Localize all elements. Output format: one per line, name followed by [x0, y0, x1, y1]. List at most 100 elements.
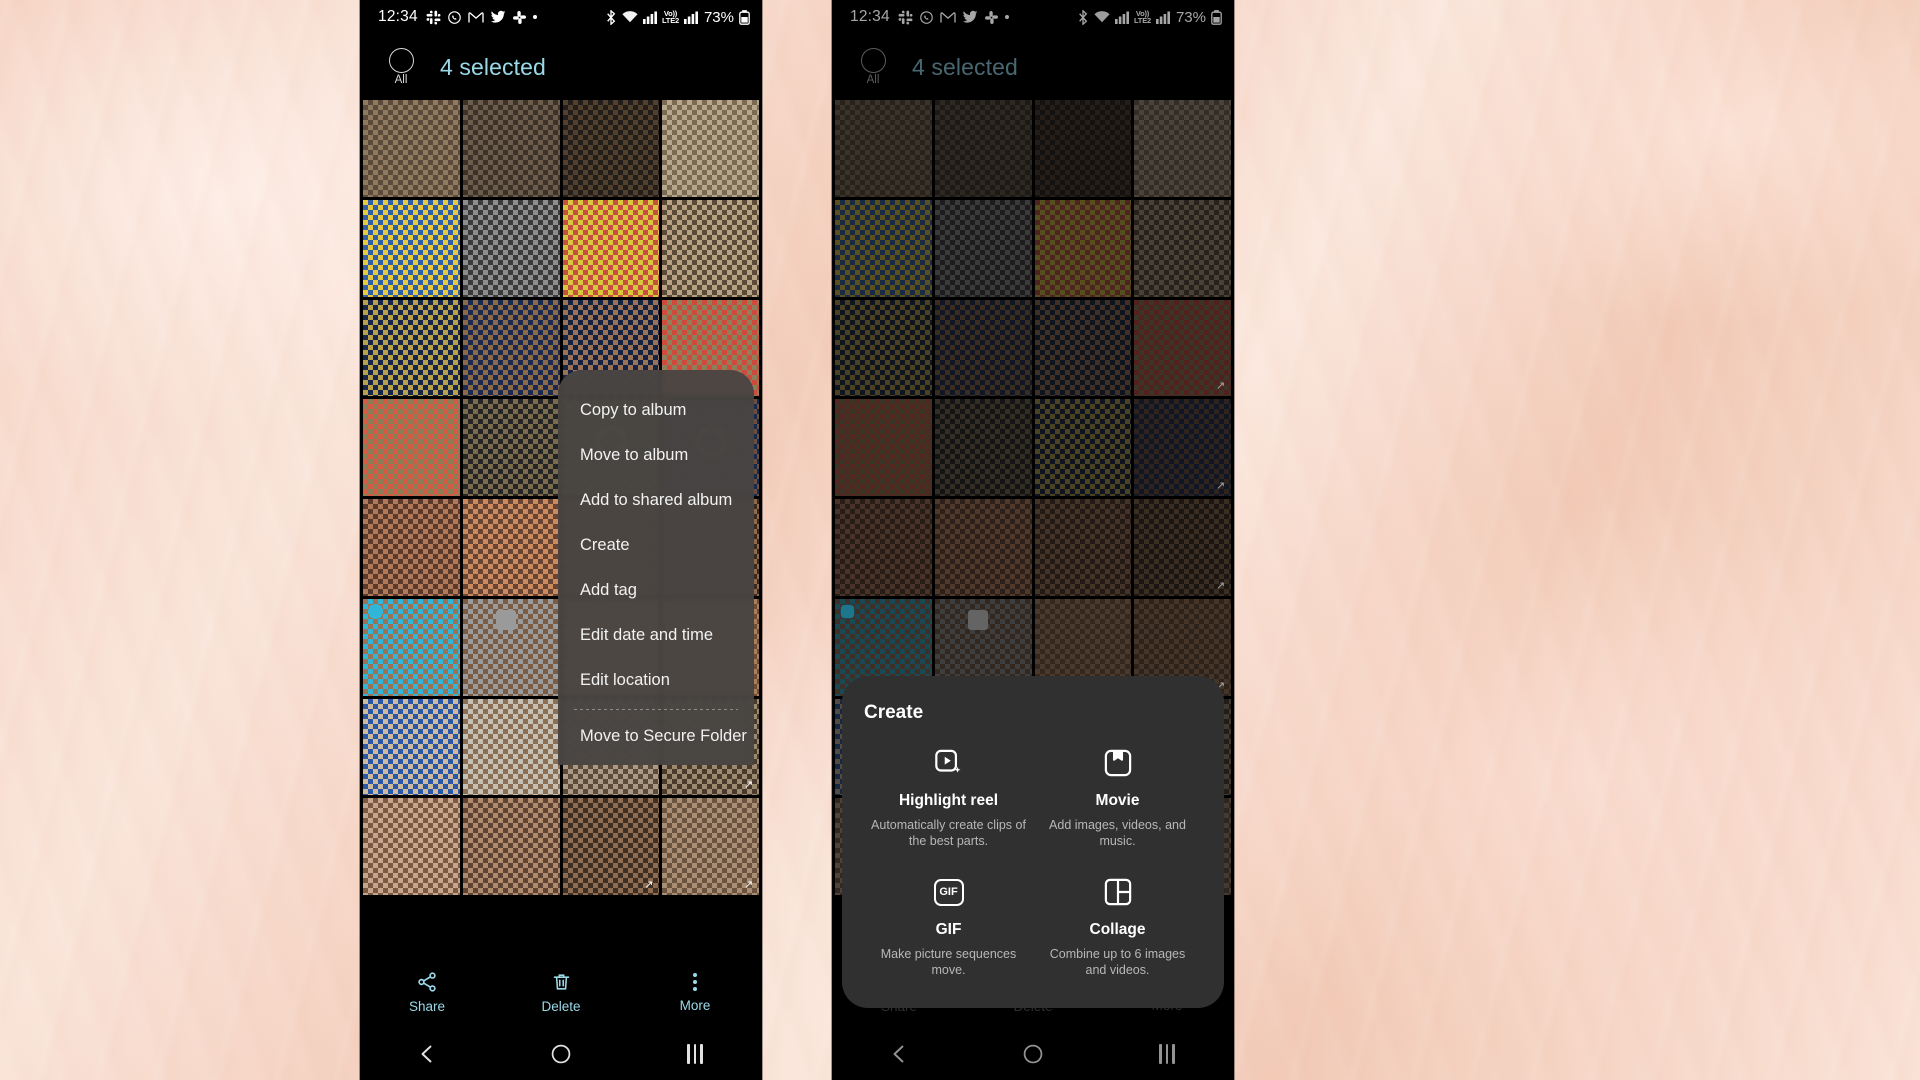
gif-icon-label: GIF: [933, 878, 964, 906]
status-clock: 12:34: [378, 8, 418, 25]
thumbnail-image: [462, 499, 560, 596]
thumbnail-image: [462, 798, 560, 895]
selection-count-text: 4 selected: [440, 53, 546, 80]
share-button[interactable]: Share: [360, 971, 494, 1014]
nav-back-button[interactable]: [360, 1042, 494, 1066]
thumbnail-image: [562, 100, 660, 197]
photo-thumbnail[interactable]: [562, 199, 660, 297]
thumbnail-image: [562, 199, 660, 297]
photo-thumbnail[interactable]: [363, 499, 460, 596]
thumbnail-image: [363, 499, 460, 596]
system-navigation-bar[interactable]: [360, 1028, 762, 1080]
more-button[interactable]: More: [628, 971, 762, 1013]
dot-icon: [532, 15, 537, 19]
video-badge-icon: ↗: [644, 879, 654, 891]
photo-thumbnail[interactable]: [363, 399, 460, 496]
volte-bottom-text: LTE2: [661, 16, 679, 25]
phone-screenshot-right: 12:34 Vo)) LTE2 73% All 4 selected ↗ ↗ ↗…: [832, 0, 1234, 1080]
thumbnail-image: [662, 199, 759, 297]
thumbnail-image: [462, 199, 560, 297]
thumbnail-image: [363, 199, 460, 297]
thumbnail-image: [662, 100, 759, 197]
trash-icon: [553, 973, 569, 990]
create-option-description: Automatically create clips of the best p…: [871, 818, 1026, 848]
more-options-popup-menu[interactable]: Copy to album Move to album Add to shared …: [558, 370, 754, 765]
nav-recents-button[interactable]: [628, 1044, 762, 1064]
menu-item-add-to-shared-album[interactable]: Add to shared album: [558, 478, 754, 523]
video-badge-icon: ↗: [744, 779, 754, 792]
photo-thumbnail[interactable]: [462, 499, 560, 596]
photo-thumbnail[interactable]: [662, 100, 759, 197]
menu-item-move-to-album[interactable]: Move to album: [558, 433, 754, 478]
photo-thumbnail[interactable]: [363, 598, 460, 696]
photo-thumbnail[interactable]: [462, 299, 560, 397]
photo-thumbnail[interactable]: [462, 100, 560, 197]
thumbnail-image: [363, 100, 460, 197]
delete-label: Delete: [541, 998, 581, 1014]
phone-screenshot-left: 12:34 Vo)) LTE2 73% All 4 selected ↗ ↗ ↗…: [360, 0, 762, 1080]
google-photos-icon: [512, 10, 527, 25]
create-option-name: Collage: [1089, 921, 1146, 938]
create-sheet-title: Create: [864, 702, 924, 723]
create-option-description: Make picture sequences move.: [880, 947, 1017, 977]
highlight-reel-icon: [934, 746, 964, 780]
create-option-movie[interactable]: Movie Add images, videos, and music.: [1033, 746, 1202, 849]
photo-thumbnail[interactable]: [462, 399, 560, 496]
photo-thumbnail[interactable]: [562, 100, 660, 197]
delete-button[interactable]: Delete: [494, 971, 628, 1014]
battery-percent: 73%: [703, 8, 734, 26]
collage-icon: [1103, 875, 1133, 909]
volte-icon: Vo)) LTE2: [661, 10, 679, 25]
thumbnail-image: [462, 399, 560, 496]
photo-thumbnail[interactable]: [462, 598, 560, 696]
photo-thumbnail[interactable]: ↗: [662, 798, 759, 895]
menu-item-add-tag[interactable]: Add tag: [558, 568, 754, 613]
photo-thumbnail[interactable]: [462, 698, 560, 796]
menu-item-copy-to-album[interactable]: Copy to album: [558, 388, 754, 433]
photo-thumbnail[interactable]: [363, 199, 460, 297]
create-option-highlight-reel[interactable]: Highlight reel Automatically create clips…: [864, 746, 1033, 849]
slack-icon: [426, 10, 441, 25]
menu-item-move-to-secure-folder[interactable]: Move to Secure Folder: [558, 714, 754, 759]
selection-header: All 4 selected: [360, 34, 762, 100]
twitter-icon: [490, 10, 506, 24]
photo-thumbnail[interactable]: [363, 798, 460, 895]
create-bottom-sheet[interactable]: Create Highlight reel Automatically creat…: [842, 676, 1224, 1008]
create-option-description: Combine up to 6 images and videos.: [1049, 947, 1186, 977]
whatsapp-icon: [447, 10, 462, 25]
more-label: More: [679, 998, 711, 1013]
photo-thumbnail[interactable]: [662, 199, 759, 297]
thumbnail-image: [462, 100, 560, 197]
create-option-name: Movie: [1095, 792, 1140, 809]
create-options-grid[interactable]: Highlight reel Automatically create clips…: [864, 746, 1202, 978]
thumbnail-image: [462, 698, 560, 796]
select-all-button[interactable]: All: [382, 48, 420, 86]
nav-home-button[interactable]: [494, 1043, 628, 1065]
photo-thumbnail[interactable]: ↗: [562, 798, 660, 895]
create-option-collage[interactable]: Collage Combine up to 6 images and videos…: [1033, 875, 1202, 978]
create-option-gif[interactable]: GIF GIF Make picture sequences move.: [864, 875, 1033, 978]
photo-thumbnail[interactable]: [363, 100, 460, 197]
movie-icon: [1103, 746, 1133, 780]
back-icon: [421, 1045, 432, 1063]
status-bar: 12:34 Vo)) LTE2 73%: [360, 0, 762, 34]
menu-item-edit-location[interactable]: Edit location: [558, 658, 754, 703]
select-all-circle-icon[interactable]: [388, 48, 414, 73]
photo-thumbnail[interactable]: [462, 798, 560, 895]
selection-action-bar[interactable]: Share Delete More: [360, 956, 762, 1028]
thumbnail-image: [363, 399, 460, 496]
menu-divider: [574, 709, 738, 710]
thumbnail-accent-marker: [369, 604, 382, 618]
thumbnail-gray-marker: [495, 610, 516, 631]
menu-item-edit-date-and-time[interactable]: Edit date and time: [558, 613, 754, 658]
photo-thumbnail[interactable]: [363, 299, 460, 397]
photo-thumbnail[interactable]: [363, 698, 460, 796]
recents-icon: [687, 1044, 703, 1064]
signal-bars-icon: [642, 11, 657, 24]
select-all-label: All: [394, 74, 408, 86]
video-badge-icon: ↗: [744, 879, 754, 891]
photo-thumbnail[interactable]: [462, 199, 560, 297]
share-icon: [418, 971, 436, 992]
thumbnail-image: [363, 698, 460, 796]
menu-item-create[interactable]: Create: [558, 523, 754, 568]
